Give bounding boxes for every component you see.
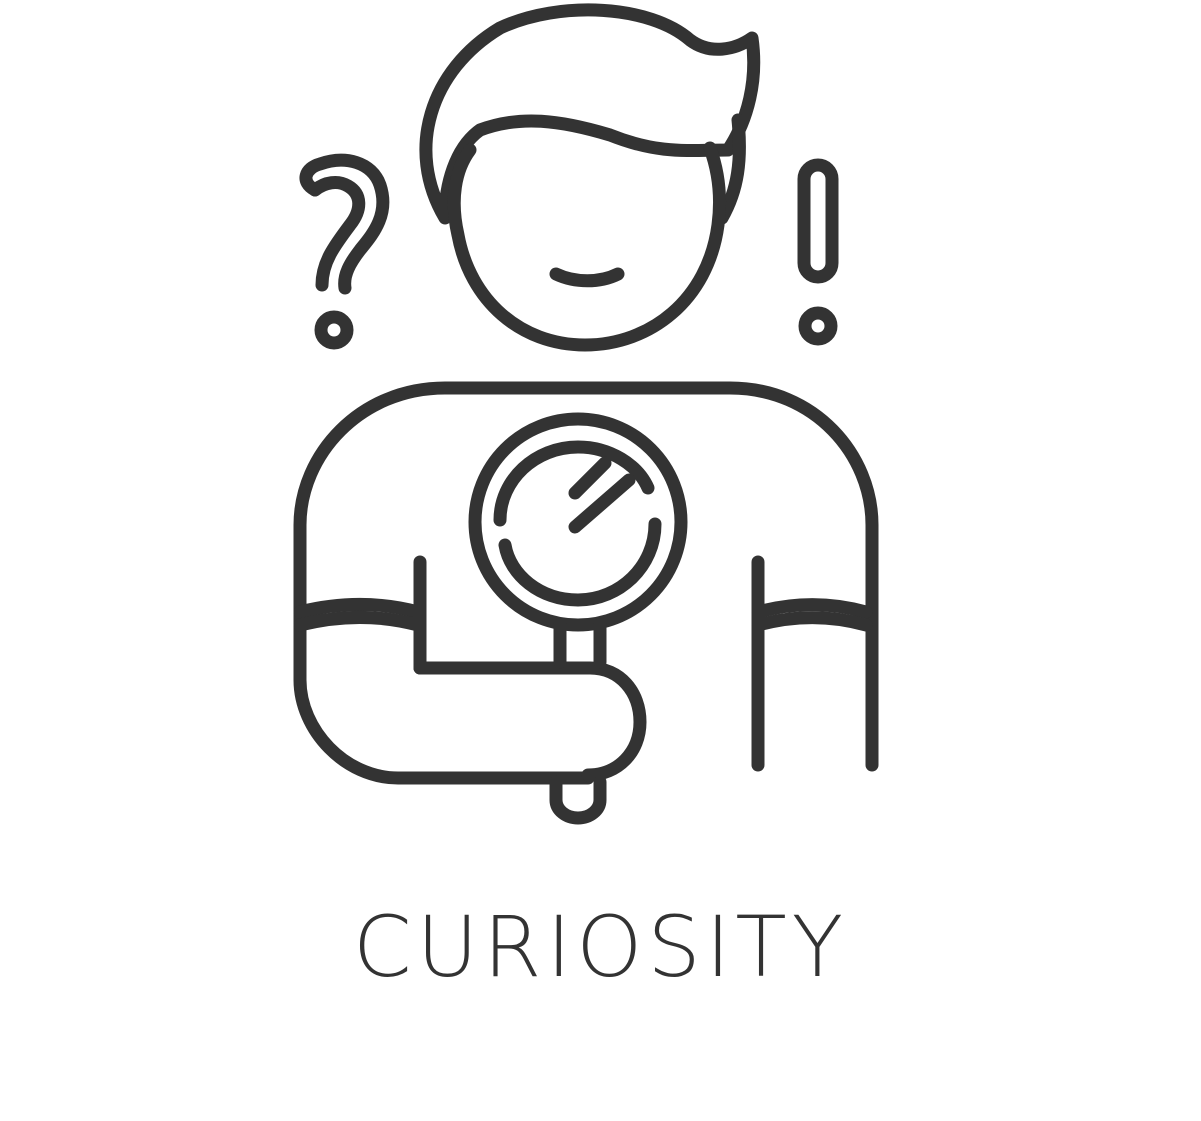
exclamation-mark-icon <box>797 158 839 346</box>
right-sleeve-icon <box>751 598 873 619</box>
face-icon <box>447 141 727 352</box>
smile-icon <box>549 267 625 288</box>
magnifying-glass-icon <box>468 412 688 669</box>
left-sleeve-lower-icon <box>293 611 425 632</box>
question-mark-icon <box>299 153 390 350</box>
hair-icon <box>419 3 761 225</box>
right-sleeve-lower-icon <box>751 611 873 632</box>
forearm-icon <box>413 661 647 782</box>
torso-inner-left-icon <box>293 605 595 785</box>
left-sleeve-icon <box>293 598 425 619</box>
caption-title: CURIOSITY <box>352 898 849 996</box>
magnifier-handle-icon <box>549 775 607 825</box>
